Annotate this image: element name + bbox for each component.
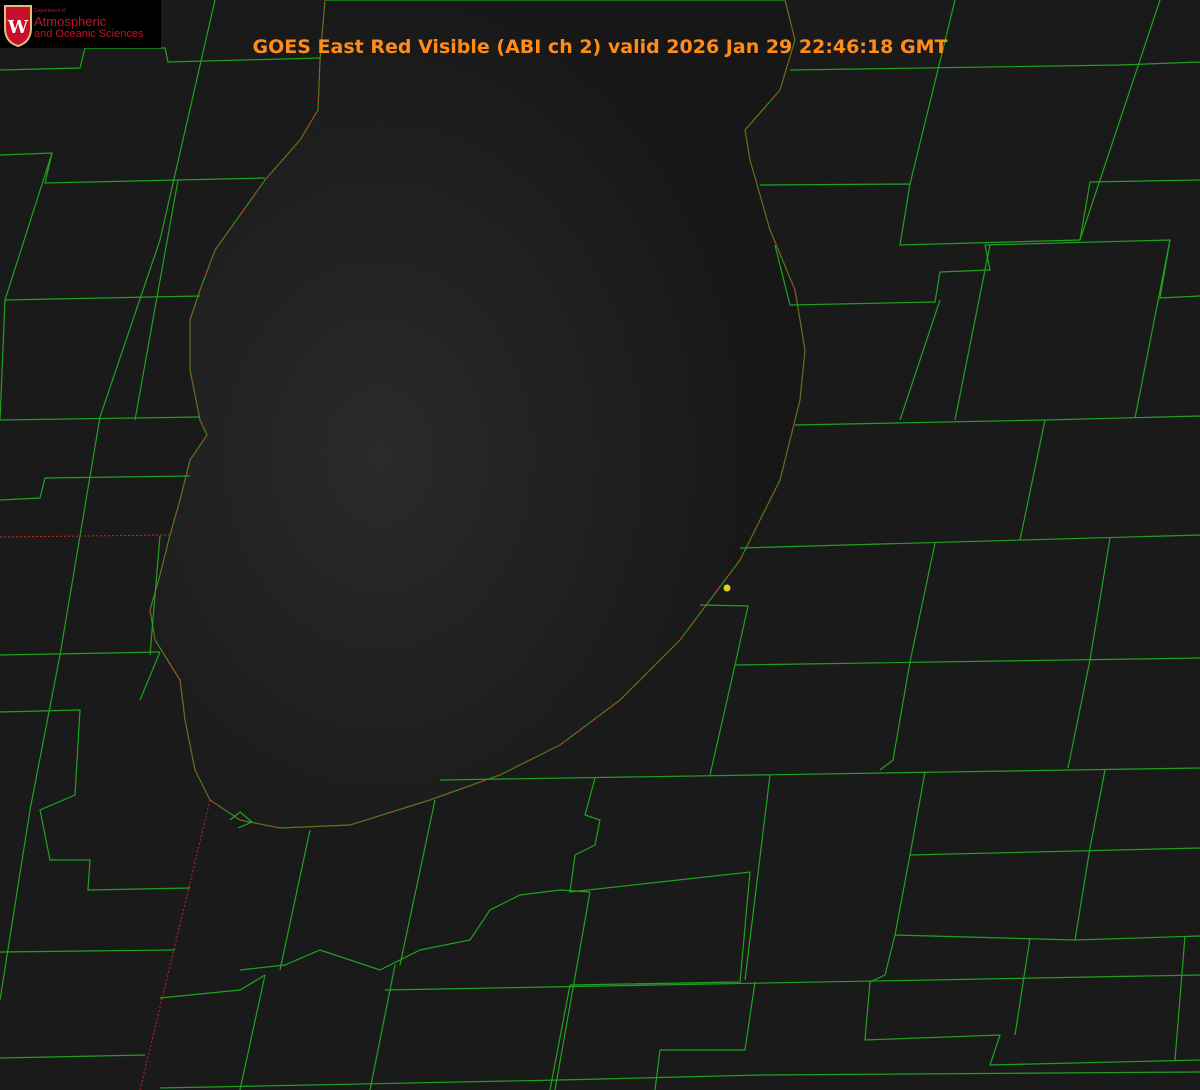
location-marker xyxy=(723,584,731,592)
lake-michigan xyxy=(149,0,806,829)
map-canvas xyxy=(0,0,1200,1090)
satellite-map: W Department of Atmospheric and Oceanic … xyxy=(0,0,1200,1090)
image-title: GOES East Red Visible (ABI ch 2) valid 2… xyxy=(252,36,948,58)
logo-line1: Atmospheric xyxy=(34,14,107,29)
svg-text:W: W xyxy=(7,17,29,38)
